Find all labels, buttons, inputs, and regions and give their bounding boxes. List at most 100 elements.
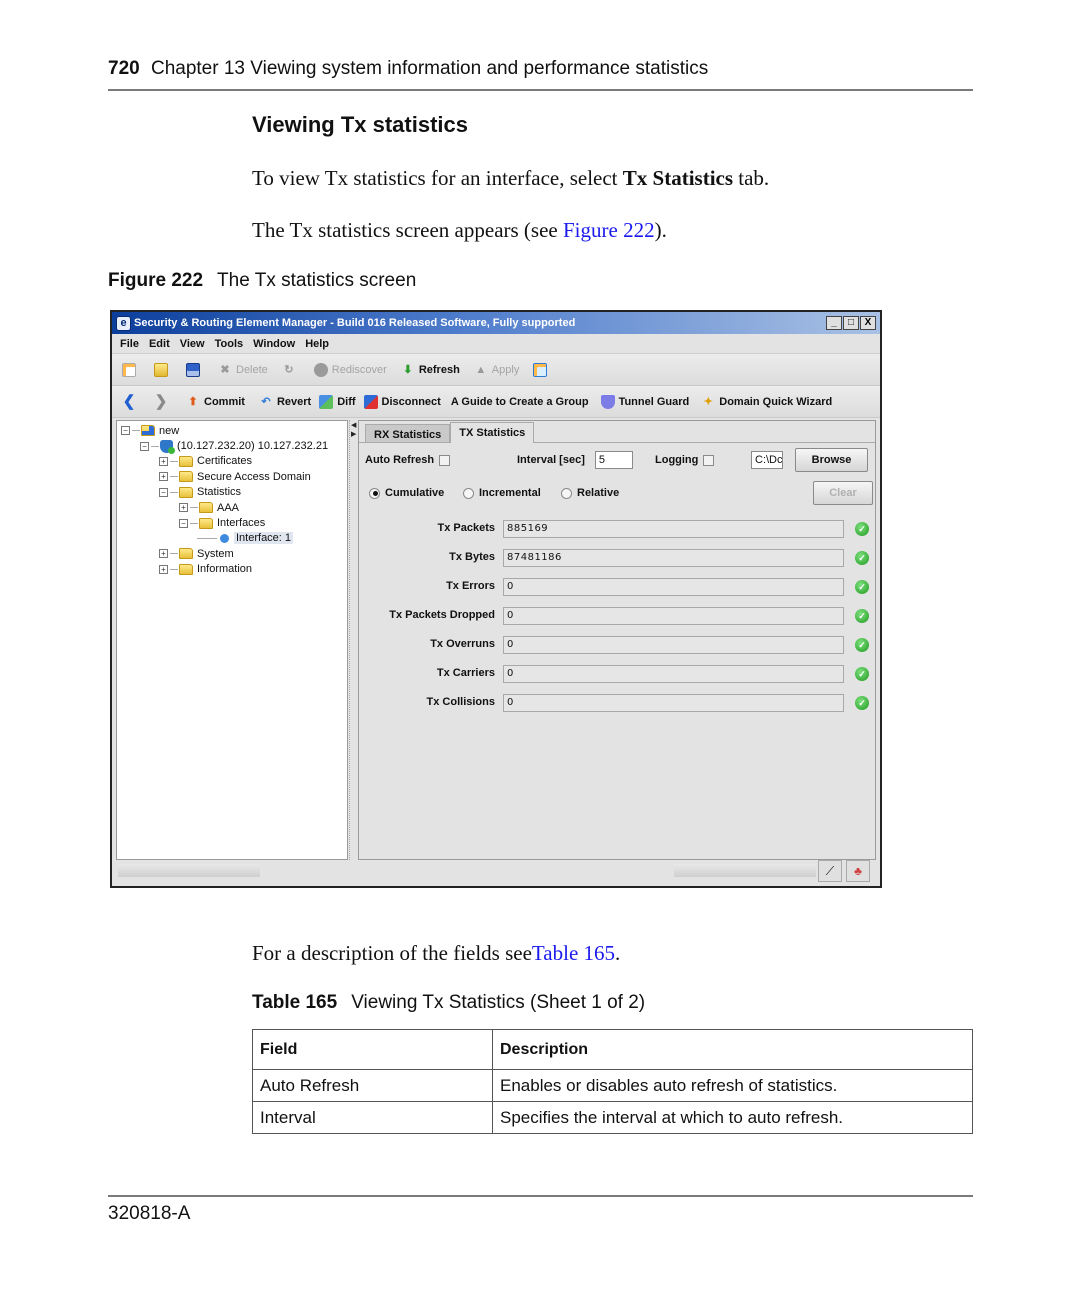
footer-rule xyxy=(108,1195,973,1197)
tree-node-interfaces[interactable]: − Interfaces xyxy=(117,515,347,530)
back-button[interactable]: ❮ xyxy=(122,394,140,409)
tree-label: Secure Access Domain xyxy=(197,470,311,483)
mode-relative[interactable]: Relative xyxy=(561,482,619,504)
domain-wizard-label: Domain Quick Wizard xyxy=(719,395,833,408)
tree-node-device[interactable]: − (10.127.232.20) 10.127.232.21 xyxy=(117,438,347,454)
close-button[interactable]: X xyxy=(860,316,876,330)
mode-incremental[interactable]: Incremental xyxy=(463,482,541,504)
rediscover-button[interactable]: Rediscover xyxy=(313,362,387,377)
menu-view[interactable]: View xyxy=(180,338,205,350)
tree-node-information[interactable]: + Information xyxy=(117,562,347,577)
tree-node-system[interactable]: + System xyxy=(117,546,347,561)
window-button[interactable] xyxy=(533,362,551,377)
collapse-icon[interactable]: − xyxy=(121,426,130,436)
tree-label: System xyxy=(197,547,234,560)
commit-button[interactable]: ⬆ Commit xyxy=(186,395,245,409)
tunnel-guard-button[interactable]: Tunnel Guard xyxy=(600,394,689,409)
expand-icon[interactable]: + xyxy=(179,503,188,513)
status-ok-icon: ✓ xyxy=(855,667,869,681)
menu-edit[interactable]: Edit xyxy=(149,338,170,350)
menu-file[interactable]: File xyxy=(120,338,139,350)
tree-node-interface-1[interactable]: Interface: 1 xyxy=(117,531,347,546)
diff-button[interactable]: Diff xyxy=(319,394,356,409)
stat-row-tx-packets-dropped: Tx Packets Dropped 0 ✓ xyxy=(359,607,875,627)
refresh-label: Refresh xyxy=(418,363,460,376)
figure-link[interactable]: Figure 222 xyxy=(563,218,655,242)
chapter-title: Chapter 13 Viewing system information an… xyxy=(150,58,709,79)
collapse-left-arrow-icon[interactable]: ◀ xyxy=(351,421,356,429)
stat-row-tx-collisions: Tx Collisions 0 ✓ xyxy=(359,694,875,714)
expand-right-arrow-icon[interactable]: ▶ xyxy=(351,430,356,438)
refresh-button[interactable]: ⬇ Refresh xyxy=(401,363,460,377)
revert-button[interactable]: ↶ Revert xyxy=(259,395,311,409)
minimize-button[interactable]: _ xyxy=(826,316,842,330)
expand-icon[interactable]: + xyxy=(159,472,168,482)
options-row: Auto Refresh Interval [sec] 5 Logging C:… xyxy=(359,448,875,473)
menu-tools[interactable]: Tools xyxy=(215,338,244,350)
auto-refresh-control: Auto Refresh xyxy=(365,449,451,471)
apply-button[interactable]: ▲ Apply xyxy=(474,363,519,377)
auto-refresh-checkbox[interactable] xyxy=(439,454,451,466)
logging-checkbox[interactable] xyxy=(703,454,715,466)
menu-help[interactable]: Help xyxy=(305,338,329,350)
table-link[interactable]: Table 165 xyxy=(532,941,615,965)
page-number: 720 xyxy=(108,58,140,79)
interval-control: Interval [sec] 5 xyxy=(517,449,633,471)
radio-unselected[interactable] xyxy=(463,487,474,499)
header-field: Field xyxy=(252,1029,493,1070)
tree-node-root[interactable]: − new xyxy=(117,423,347,438)
interval-input[interactable]: 5 xyxy=(594,451,633,469)
sync-button[interactable]: ↻ xyxy=(282,363,300,377)
status-ok-icon: ✓ xyxy=(855,638,869,652)
radio-selected[interactable] xyxy=(369,487,380,499)
tree-label: Information xyxy=(197,563,253,576)
tunnel-guard-icon xyxy=(600,394,615,409)
delete-button[interactable]: ✖ Delete xyxy=(218,363,267,377)
field-cell: Auto Refresh xyxy=(252,1069,493,1102)
split-divider-handle[interactable]: ◀ ▶ xyxy=(349,420,357,860)
sync-icon: ↻ xyxy=(284,363,294,376)
domain-wizard-button[interactable]: ✦ Domain Quick Wizard xyxy=(701,395,833,409)
new-button[interactable] xyxy=(122,362,140,377)
tree-node-certificates[interactable]: + Certificates xyxy=(117,454,347,469)
rediscover-label: Rediscover xyxy=(331,363,387,376)
maximize-button[interactable]: □ xyxy=(843,316,859,330)
tree-label-selected: Interface: 1 xyxy=(234,532,294,545)
tree-node-secure-access-domain[interactable]: + Secure Access Domain xyxy=(117,469,347,484)
menu-window[interactable]: Window xyxy=(253,338,295,350)
group-guide-button[interactable]: A Guide to Create a Group xyxy=(451,396,589,408)
expand-icon[interactable]: + xyxy=(159,456,168,466)
network-status-icon[interactable]: ♣ xyxy=(846,860,870,882)
browse-button[interactable]: Browse xyxy=(795,448,868,472)
tree-node-aaa[interactable]: + AAA xyxy=(117,500,347,515)
disconnect-button[interactable]: Disconnect xyxy=(363,394,441,409)
save-button[interactable] xyxy=(186,362,204,377)
folder-open-icon xyxy=(154,362,168,377)
tab-rx-statistics[interactable]: RX Statistics xyxy=(365,424,451,442)
collapse-icon[interactable]: − xyxy=(179,518,188,528)
collapse-icon[interactable]: − xyxy=(159,487,168,497)
tree-connector xyxy=(132,430,140,432)
stat-label: Tx Overruns xyxy=(430,638,495,650)
disconnect-icon xyxy=(363,394,378,409)
figure-number: Figure 222 xyxy=(108,270,204,291)
clear-button[interactable]: Clear xyxy=(813,481,873,505)
collapse-icon[interactable]: − xyxy=(140,441,149,451)
interval-label: Interval [sec] xyxy=(517,454,585,466)
stat-value: 0 xyxy=(503,607,844,625)
forward-button[interactable]: ❯ xyxy=(154,394,172,409)
mode-cumulative[interactable]: Cumulative xyxy=(369,482,444,504)
chart-icon[interactable]: ⟋ xyxy=(818,860,842,882)
log-path-input[interactable]: C:\Dc xyxy=(751,451,783,469)
tab-tx-statistics[interactable]: TX Statistics xyxy=(450,422,535,443)
expand-icon[interactable]: + xyxy=(159,549,168,559)
stat-row-tx-packets: Tx Packets 885169 ✓ xyxy=(359,520,875,540)
open-button[interactable] xyxy=(154,362,172,377)
tree-node-statistics[interactable]: − Statistics xyxy=(117,485,347,500)
radio-unselected[interactable] xyxy=(561,487,572,499)
stat-label: Tx Packets Dropped xyxy=(389,609,495,621)
header-rule xyxy=(108,89,973,91)
tree-connector xyxy=(151,445,159,447)
expand-icon[interactable]: + xyxy=(159,564,168,574)
tree-label: AAA xyxy=(217,501,240,514)
